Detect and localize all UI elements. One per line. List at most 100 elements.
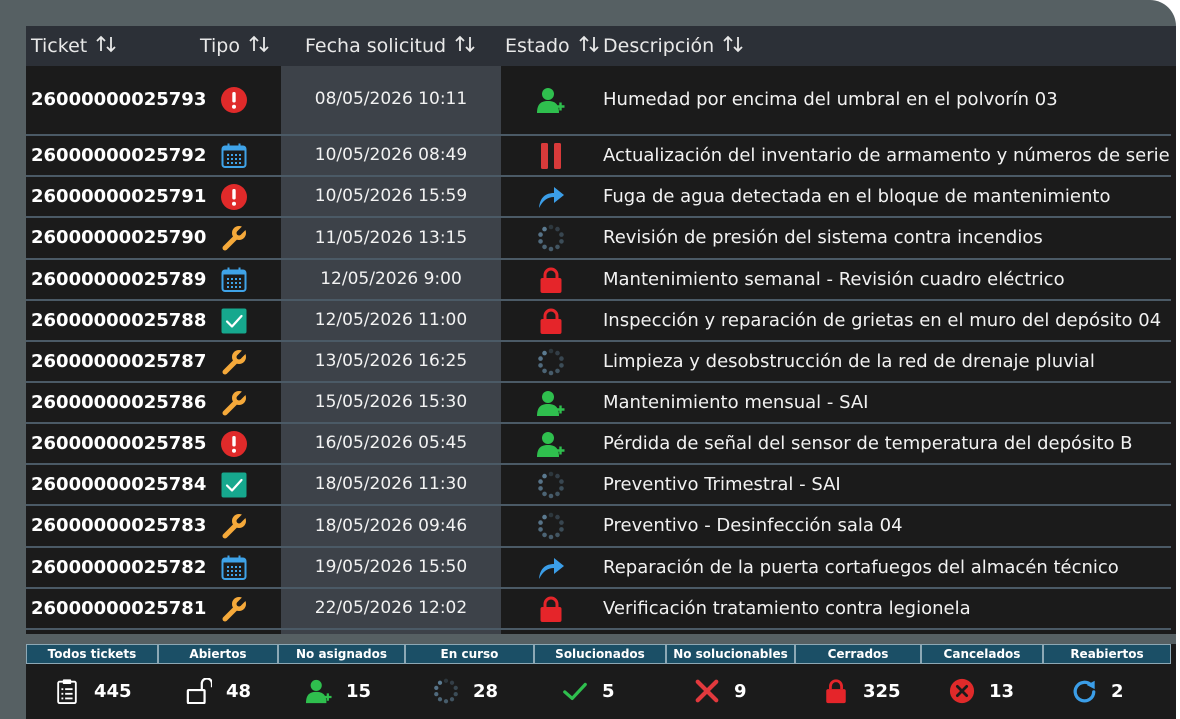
summary-filter-en-curso[interactable]: En curso bbox=[405, 644, 534, 664]
sort-icon[interactable] bbox=[578, 27, 600, 67]
user-plus-icon bbox=[306, 678, 332, 704]
summary-count-no-asignados[interactable]: 15 bbox=[306, 674, 371, 708]
check-square-icon bbox=[218, 301, 250, 340]
wrench-icon bbox=[218, 589, 250, 628]
description: Mantenimiento semanal - Revisión cuadro … bbox=[603, 269, 1065, 290]
request-date: 18/05/2026 09:46 bbox=[314, 516, 468, 536]
summary-count-value: 5 bbox=[602, 680, 615, 702]
ticket-id: 26000000025792 bbox=[31, 145, 207, 166]
lock-icon bbox=[534, 589, 568, 628]
description: Fuga de agua detectada en el bloque de m… bbox=[603, 186, 1111, 207]
summary-filter-no-asignados[interactable]: No asignados bbox=[278, 644, 405, 664]
lock-icon bbox=[534, 260, 568, 299]
summary-filter-reabiertos[interactable]: Reabiertos bbox=[1043, 644, 1171, 664]
summary-bar: Todos tickets 445 Abiertos 48 No asignados 15… bbox=[26, 644, 1176, 719]
spinner-icon bbox=[534, 630, 568, 634]
summary-count-value: 13 bbox=[989, 680, 1015, 702]
request-date: 15/05/2026 15:30 bbox=[314, 392, 468, 412]
summary-count-todos-tickets[interactable]: 445 bbox=[54, 674, 132, 708]
x-circle-icon bbox=[949, 678, 975, 704]
lock-icon bbox=[823, 678, 849, 704]
request-date: 19/05/2026 15:50 bbox=[314, 557, 468, 577]
sort-icon[interactable] bbox=[95, 27, 117, 67]
wrench-icon bbox=[218, 506, 250, 546]
column-header-tipo-label: Tipo bbox=[200, 35, 240, 57]
summary-filter-cancelados[interactable]: Cancelados bbox=[921, 644, 1043, 664]
summary-count-en-curso[interactable]: 28 bbox=[433, 674, 498, 708]
table-row[interactable]: 26000000025792 10/05/2026 08:49 Actualizac… bbox=[26, 136, 1176, 177]
summary-filter-solucionados[interactable]: Solucionados bbox=[534, 644, 666, 664]
table-row[interactable]: 26000000025783 18/05/2026 09:46 Preventivo… bbox=[26, 506, 1176, 548]
tickets-table: Ticket Tipo Fecha solicitud Estado Descr… bbox=[26, 26, 1176, 634]
table-row[interactable]: 26000000025786 15/05/2026 15:30 Mantenimie… bbox=[26, 383, 1176, 424]
user-plus-icon bbox=[534, 424, 568, 463]
alert-icon bbox=[218, 424, 250, 463]
description: Humedad por encima del umbral en el polv… bbox=[603, 89, 1058, 110]
table-row[interactable]: 26000000025785 16/05/2026 05:45 Pérdida de… bbox=[26, 424, 1176, 465]
column-header-descripcion-label: Descripción bbox=[603, 35, 715, 57]
table-row[interactable]: 26000000025787 13/05/2026 16:25 Limpieza y… bbox=[26, 342, 1176, 383]
description: Preventivo Trimestral - SAI bbox=[603, 474, 841, 495]
user-plus-icon bbox=[534, 69, 568, 130]
table-row[interactable]: 26000000025793 08/05/2026 10:11 Humedad po… bbox=[26, 69, 1176, 136]
table-row[interactable]: 26000000025782 19/05/2026 15:50 Reparación… bbox=[26, 548, 1176, 589]
column-header-estado[interactable]: Estado bbox=[505, 26, 600, 66]
table-row[interactable]: 26000000025780 25/05/2026 17:15 Sustitució… bbox=[26, 630, 1176, 634]
calendar-icon bbox=[218, 548, 250, 587]
column-header-tipo[interactable]: Tipo bbox=[200, 26, 270, 66]
table-row[interactable]: 26000000025790 11/05/2026 13:15 Revisión d… bbox=[26, 218, 1176, 260]
summary-count-value: 28 bbox=[473, 680, 499, 702]
request-date: 10/05/2026 15:59 bbox=[314, 186, 468, 206]
table-row[interactable]: 26000000025791 10/05/2026 15:59 Fuga de ag… bbox=[26, 177, 1176, 218]
spinner-icon bbox=[534, 465, 568, 504]
summary-count-abiertos[interactable]: 48 bbox=[186, 674, 251, 708]
wrench-icon bbox=[218, 218, 250, 258]
ticket-id: 26000000025783 bbox=[31, 515, 207, 536]
summary-filter-cerrados[interactable]: Cerrados bbox=[795, 644, 921, 664]
clipboard-icon bbox=[54, 678, 80, 704]
request-date: 16/05/2026 05:45 bbox=[314, 433, 468, 453]
summary-count-value: 15 bbox=[346, 680, 372, 702]
summary-count-cerrados[interactable]: 325 bbox=[823, 674, 901, 708]
description: Limpieza y desobstrucción de la red de d… bbox=[603, 351, 1095, 372]
summary-filter-no-solucionables[interactable]: No solucionables bbox=[666, 644, 795, 664]
column-header-ticket[interactable]: Ticket bbox=[31, 26, 117, 66]
summary-count-value: 2 bbox=[1111, 680, 1124, 702]
table-row[interactable]: 26000000025788 12/05/2026 11:00 Inspección… bbox=[26, 301, 1176, 342]
summary-filter-todos-tickets[interactable]: Todos tickets bbox=[26, 644, 158, 664]
spinner-icon bbox=[534, 506, 568, 546]
table-header: Ticket Tipo Fecha solicitud Estado Descr… bbox=[26, 26, 1176, 66]
alert-icon bbox=[218, 177, 250, 216]
sort-icon[interactable] bbox=[722, 27, 744, 67]
summary-count-cancelados[interactable]: 13 bbox=[949, 674, 1014, 708]
calendar-icon bbox=[218, 260, 250, 299]
description: Inspección y reparación de grietas en el… bbox=[603, 310, 1162, 331]
summary-count-reabiertos[interactable]: 2 bbox=[1071, 674, 1124, 708]
request-date: 25/05/2026 17:15 bbox=[281, 630, 501, 634]
forward-icon bbox=[534, 177, 568, 216]
description: Mantenimiento mensual - SAI bbox=[603, 392, 869, 413]
ticket-id: 26000000025784 bbox=[31, 474, 207, 495]
forward-icon bbox=[534, 548, 568, 587]
summary-count-no-solucionables[interactable]: 9 bbox=[694, 674, 747, 708]
ticket-id: 26000000025787 bbox=[31, 351, 207, 372]
check-square-icon bbox=[218, 465, 250, 504]
reopen-icon bbox=[1071, 678, 1097, 704]
table-row[interactable]: 26000000025789 12/05/2026 9:00 Mantenimien… bbox=[26, 260, 1176, 301]
summary-filter-abiertos[interactable]: Abiertos bbox=[158, 644, 278, 664]
ticket-id: 26000000025793 bbox=[31, 89, 207, 110]
wrench-icon bbox=[218, 342, 250, 381]
request-date: 08/05/2026 10:11 bbox=[314, 89, 468, 109]
table-row[interactable]: 26000000025781 22/05/2026 12:02 Verificaci… bbox=[26, 589, 1176, 630]
sort-icon[interactable] bbox=[248, 27, 270, 67]
sort-icon[interactable] bbox=[454, 27, 476, 67]
pause-icon bbox=[534, 136, 568, 175]
summary-count-solucionados[interactable]: 5 bbox=[562, 674, 615, 708]
ticket-id: 26000000025789 bbox=[31, 269, 207, 290]
column-header-ticket-label: Ticket bbox=[31, 35, 88, 57]
table-row[interactable]: 26000000025784 18/05/2026 11:30 Preventivo… bbox=[26, 465, 1176, 506]
column-header-descripcion[interactable]: Descripción bbox=[603, 26, 744, 66]
description: Revisión de presión del sistema contra i… bbox=[603, 227, 1043, 248]
column-header-fecha[interactable]: Fecha solicitud bbox=[305, 26, 476, 66]
alert-icon bbox=[218, 69, 250, 130]
